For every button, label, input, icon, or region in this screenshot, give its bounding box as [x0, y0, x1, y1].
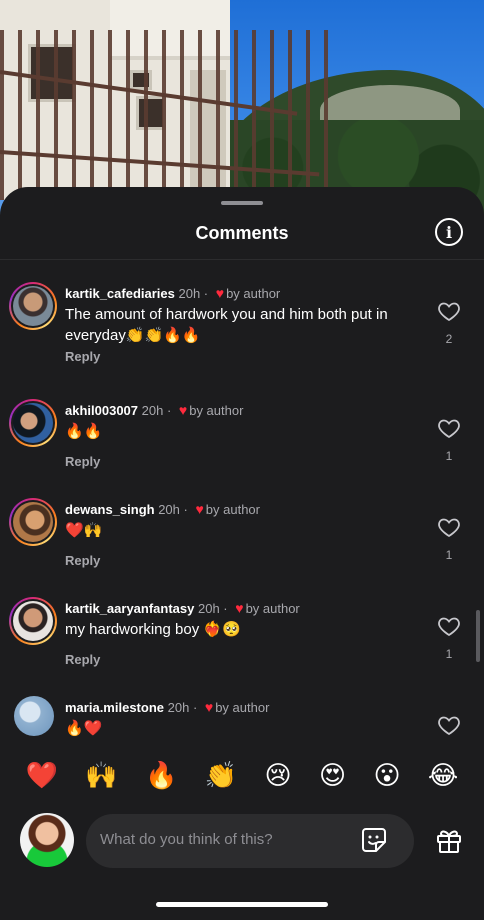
reply-button[interactable]: Reply — [65, 553, 100, 568]
heart-icon[interactable] — [437, 299, 461, 323]
comment-text: ❤️🙌 — [65, 522, 103, 539]
sheet-grabber[interactable] — [221, 201, 263, 205]
comment-text: 🔥❤️ — [65, 720, 103, 737]
reaction-fire[interactable]: 🔥 — [145, 760, 177, 791]
comment-item: kartik_aaryanfantasy 20h · ♥ by author my… — [0, 597, 484, 677]
gift-icon[interactable] — [435, 826, 463, 854]
reply-button[interactable]: Reply — [65, 454, 100, 469]
like-count: 1 — [445, 449, 453, 463]
comment-item: akhil003007 20h · ♥ by author 🔥🔥 Reply 1 — [0, 399, 484, 479]
reaction-heart-eyes[interactable]: 😍 — [319, 760, 346, 791]
liked-by-author: by author — [215, 700, 270, 715]
current-user-avatar — [20, 813, 74, 867]
comment-username[interactable]: akhil003007 — [65, 403, 138, 418]
avatar[interactable] — [14, 696, 54, 736]
comment-meta: kartik_cafediaries 20h · ♥ by author — [65, 285, 281, 301]
heart-icon[interactable] — [437, 416, 461, 440]
reaction-crying[interactable]: 😢 — [265, 760, 292, 791]
sticker-icon[interactable] — [360, 826, 388, 854]
reply-button[interactable]: Reply — [65, 652, 100, 667]
reaction-heart[interactable]: ❤️ — [26, 760, 58, 791]
comment-text: The amount of hardwork you and him both … — [65, 306, 388, 344]
comment-username[interactable]: kartik_cafediaries — [65, 286, 175, 301]
reaction-clap[interactable]: 👏 — [205, 760, 237, 791]
reaction-raised-hands[interactable]: 🙌 — [85, 760, 117, 791]
author-heart-icon: ♥ — [195, 501, 204, 517]
reply-button[interactable]: Reply — [65, 349, 100, 364]
comment-composer: What do you think of this? — [0, 810, 484, 872]
quick-reactions-bar: ❤️ 🙌 🔥 👏 😢 😍 😮 😂 — [0, 745, 484, 805]
comment-time: 20h — [178, 286, 201, 301]
home-indicator[interactable] — [156, 902, 328, 907]
comment-time: 20h — [158, 502, 180, 517]
comment-meta: kartik_aaryanfantasy 20h · ♥ by author — [65, 600, 300, 616]
comment-text: 🔥🔥 — [65, 423, 103, 440]
comment-time: 20h — [141, 403, 164, 418]
comment-time: 20h — [197, 601, 220, 616]
comment-item: maria.milestone 20h · ♥ by author 🔥❤️ — [0, 696, 484, 744]
comment-text: my hardworking boy ❤️‍🔥🥺 — [65, 621, 241, 638]
comment-item: kartik_cafediaries 20h · ♥ by author The … — [0, 282, 484, 372]
reaction-surprised[interactable]: 😮 — [373, 760, 400, 791]
like-count: 2 — [445, 332, 453, 346]
sheet-title: Comments — [195, 223, 289, 243]
comment-item: dewans_singh 20h · ♥ by author ❤️🙌 Reply … — [0, 498, 484, 578]
like-count: 1 — [445, 548, 453, 562]
author-heart-icon: ♥ — [215, 285, 225, 301]
avatar[interactable] — [9, 282, 57, 330]
author-heart-icon: ♥ — [178, 402, 188, 418]
info-icon[interactable]: i — [435, 218, 463, 246]
comment-time: 20h — [167, 700, 190, 715]
reaction-laughing[interactable]: 😂 — [428, 760, 458, 791]
comment-meta: maria.milestone 20h · ♥ by author — [65, 699, 270, 715]
heart-icon[interactable] — [437, 515, 461, 539]
comment-username[interactable]: kartik_aaryanfantasy — [65, 601, 194, 616]
avatar[interactable] — [9, 399, 57, 447]
liked-by-author: by author — [245, 601, 300, 616]
liked-by-author: by author — [189, 403, 244, 418]
avatar[interactable] — [9, 498, 57, 546]
author-heart-icon: ♥ — [204, 699, 214, 715]
liked-by-author: by author — [226, 286, 281, 301]
comment-username[interactable]: dewans_singh — [65, 502, 155, 517]
avatar[interactable] — [9, 597, 57, 645]
comment-meta: akhil003007 20h · ♥ by author — [65, 402, 244, 418]
liked-by-author: by author — [205, 502, 260, 517]
heart-icon[interactable] — [437, 713, 461, 737]
header-divider — [0, 259, 484, 260]
heart-icon[interactable] — [437, 614, 461, 638]
like-count: 1 — [445, 647, 453, 661]
author-heart-icon: ♥ — [235, 600, 244, 616]
scrollbar[interactable] — [476, 610, 480, 662]
comment-meta: dewans_singh 20h · ♥ by author — [65, 501, 260, 517]
comment-username[interactable]: maria.milestone — [65, 700, 164, 715]
